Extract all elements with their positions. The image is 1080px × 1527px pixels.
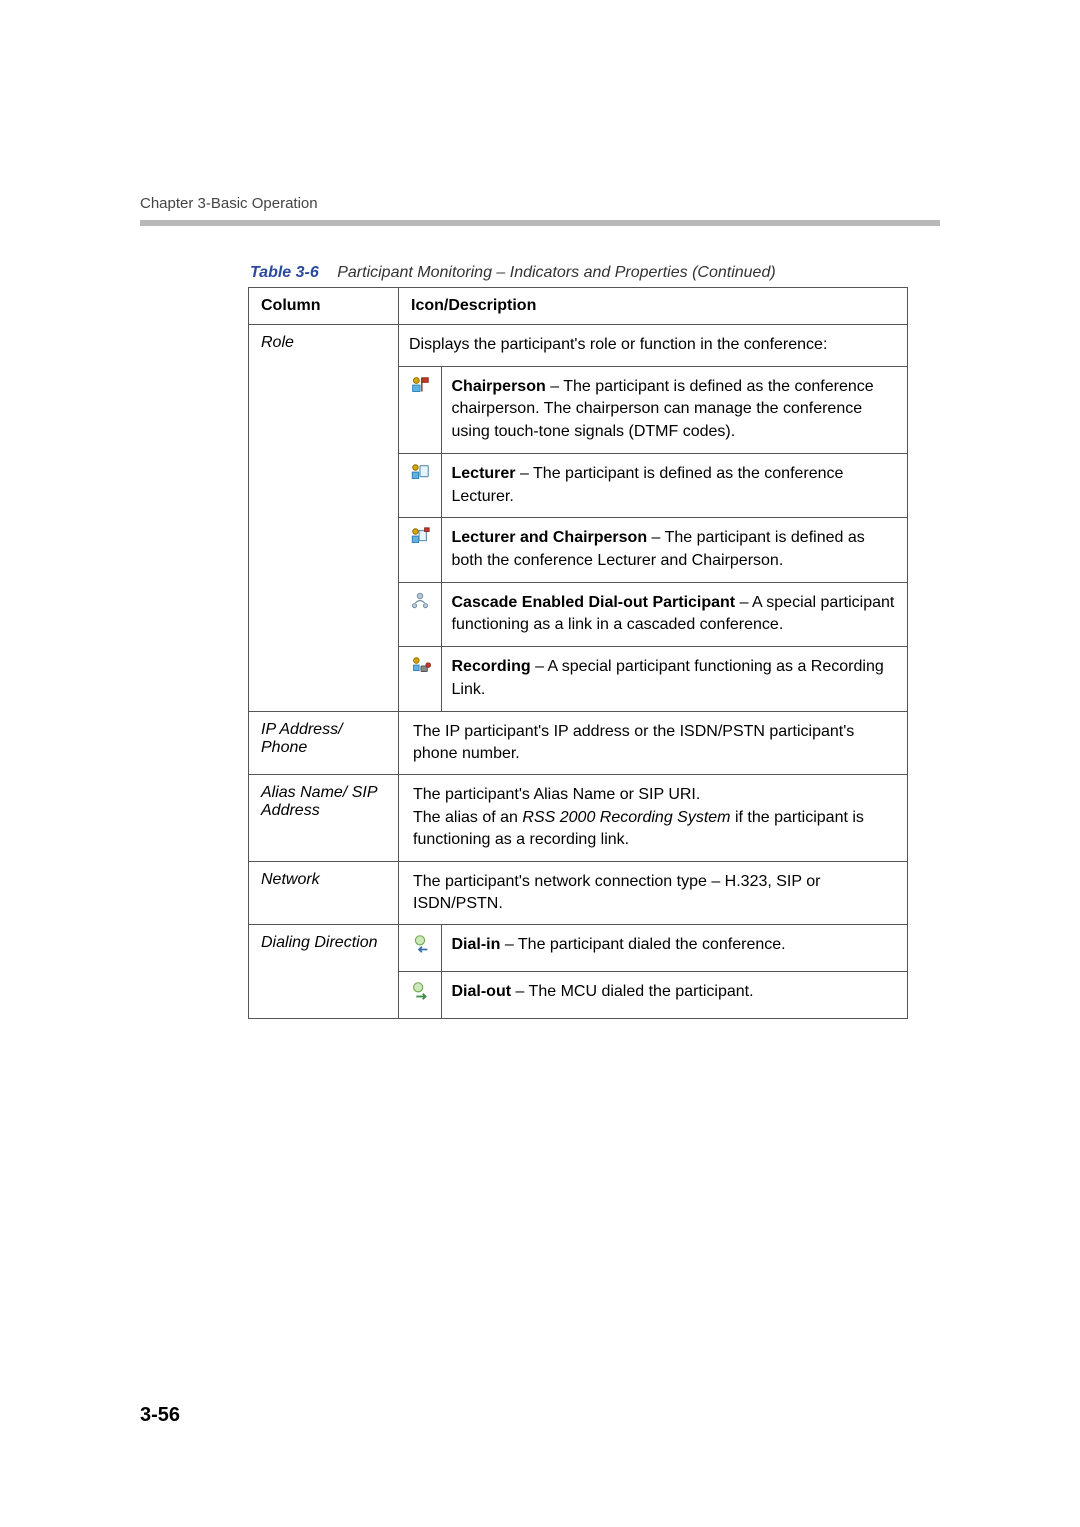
bold-term: Lecturer and Chairperson <box>452 529 648 546</box>
dialing-inner-table: Dial-in – The participant dialed the con… <box>399 925 907 1017</box>
bold-term: Cascade Enabled Dial-out Participant <box>452 594 736 611</box>
dialing-item-text: Dial-out – The MCU dialed the participan… <box>441 972 907 1018</box>
bold-term: Chairperson <box>452 378 546 395</box>
dialing-item-text: Dial-in – The participant dialed the con… <box>441 925 907 971</box>
cell-alias-name: Alias Name/ SIP Address <box>249 775 399 861</box>
role-item-lecturer-chairperson: Lecturer and Chairperson – The participa… <box>399 518 907 582</box>
dial-out-icon <box>409 980 431 1002</box>
role-item-text: Recording – A special participant functi… <box>441 647 907 711</box>
alias-text-em: RSS 2000 Recording System <box>522 809 730 826</box>
role-item-lecturer: Lecturer – The participant is defined as… <box>399 453 907 517</box>
recording-icon-cell <box>399 647 441 711</box>
bold-term: Dial-in <box>452 936 501 953</box>
lecturer-icon-cell <box>399 453 441 517</box>
cell-ip-name: IP Address/ Phone <box>249 711 399 775</box>
table-caption: Table 3-6 Participant Monitoring – Indic… <box>250 264 940 282</box>
item-text: – The MCU dialed the participant. <box>511 983 754 1000</box>
cell-role-name: Role <box>249 325 399 712</box>
dial-in-icon-cell <box>399 925 441 971</box>
role-item-text: Lecturer – The participant is defined as… <box>441 453 907 517</box>
cell-network-name: Network <box>249 861 399 925</box>
role-item-chairperson: Chairperson – The participant is defined… <box>399 366 907 453</box>
role-item-text: Lecturer and Chairperson – The participa… <box>441 518 907 582</box>
role-inner-table: Displays the participant's role or funct… <box>399 325 907 711</box>
lecturer-chairperson-icon-cell <box>399 518 441 582</box>
cell-dialing-desc: Dial-in – The participant dialed the con… <box>399 925 908 1018</box>
cell-role-desc: Displays the participant's role or funct… <box>399 325 908 712</box>
table-title: Participant Monitoring – Indicators and … <box>337 264 775 281</box>
header-divider <box>140 220 940 226</box>
chairperson-icon <box>409 375 431 397</box>
role-item-text: Chairperson – The participant is defined… <box>441 366 907 453</box>
table-row-network: Network The participant's network connec… <box>249 861 908 925</box>
col-header-icon-description: Icon/Description <box>399 288 908 325</box>
dialing-item-out: Dial-out – The MCU dialed the participan… <box>399 972 907 1018</box>
table-label: Table 3-6 <box>250 264 319 281</box>
dialing-item-in: Dial-in – The participant dialed the con… <box>399 925 907 971</box>
chairperson-icon-cell <box>399 366 441 453</box>
table-row-role: Role Displays the participant's role or … <box>249 325 908 712</box>
page: Chapter 3-Basic Operation Table 3-6 Part… <box>0 0 1080 1527</box>
properties-table: Column Icon/Description Role Displays th… <box>248 287 908 1019</box>
cell-alias-desc: The participant's Alias Name or SIP URI.… <box>399 775 908 861</box>
cell-network-desc: The participant's network connection typ… <box>399 861 908 925</box>
role-intro: Displays the participant's role or funct… <box>399 325 907 366</box>
item-text: – The participant dialed the conference. <box>500 936 785 953</box>
recording-icon <box>409 655 431 677</box>
cell-dialing-name: Dialing Direction <box>249 925 399 1018</box>
bold-term: Dial-out <box>452 983 512 1000</box>
page-number: 3-56 <box>140 1404 180 1427</box>
bold-term: Lecturer <box>452 465 516 482</box>
table-row-ip: IP Address/ Phone The IP participant's I… <box>249 711 908 775</box>
cascade-icon <box>409 591 431 613</box>
lecturer-chairperson-icon <box>409 526 431 548</box>
bold-term: Recording <box>452 658 531 675</box>
table-row-alias: Alias Name/ SIP Address The participant'… <box>249 775 908 861</box>
lecturer-icon <box>409 462 431 484</box>
cell-ip-desc: The IP participant's IP address or the I… <box>399 711 908 775</box>
chapter-header: Chapter 3-Basic Operation <box>140 195 940 212</box>
table-row-dialing: Dialing Direction Dial-in – The pa <box>249 925 908 1018</box>
col-header-column: Column <box>249 288 399 325</box>
role-item-recording: Recording – A special participant functi… <box>399 647 907 711</box>
dial-out-icon-cell <box>399 972 441 1018</box>
dial-in-icon <box>409 933 431 955</box>
cascade-icon-cell <box>399 582 441 646</box>
role-item-cascade: Cascade Enabled Dial-out Participant – A… <box>399 582 907 646</box>
role-item-text: Cascade Enabled Dial-out Participant – A… <box>441 582 907 646</box>
